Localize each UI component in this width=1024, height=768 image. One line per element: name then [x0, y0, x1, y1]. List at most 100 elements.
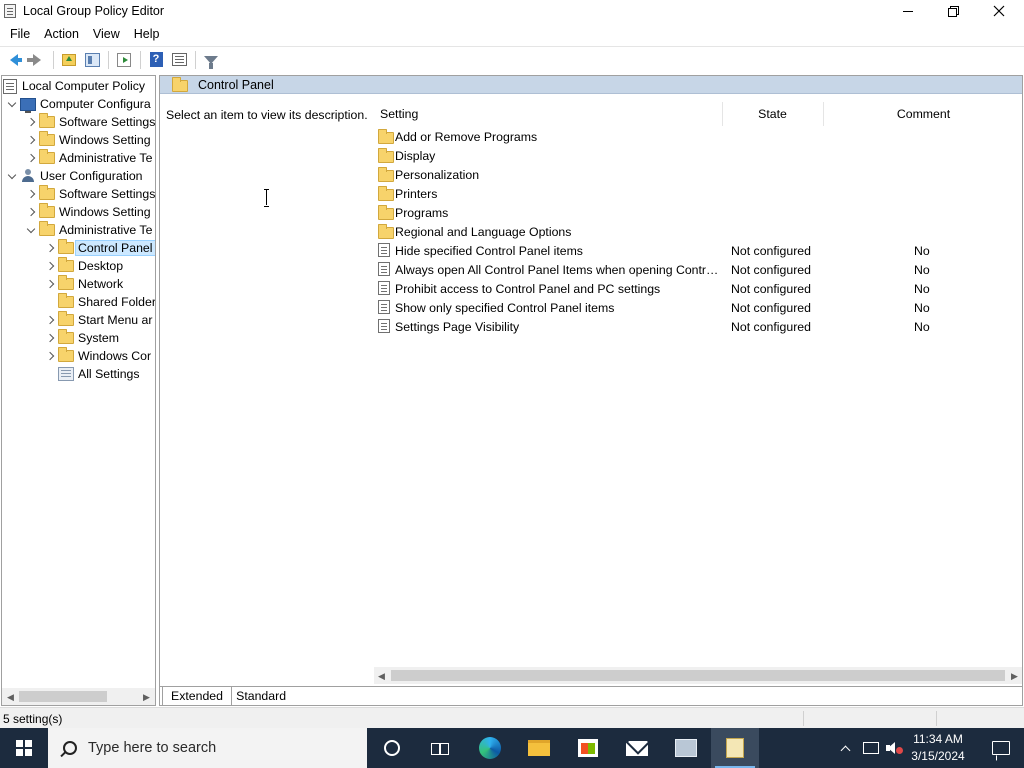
- up-folder-icon: [62, 53, 76, 66]
- tab-extended[interactable]: Extended: [162, 687, 232, 705]
- tree-item-system[interactable]: System: [42, 329, 119, 347]
- tree-item-uc-software-settings[interactable]: Software Settings: [23, 185, 155, 203]
- chevron-right-icon[interactable]: [42, 257, 58, 275]
- table-row[interactable]: Show only specified Control Panel items …: [374, 298, 1022, 317]
- chevron-right-icon[interactable]: [42, 311, 58, 329]
- show-hidden-icons-button[interactable]: [830, 728, 860, 768]
- action-center-button[interactable]: [978, 728, 1024, 768]
- group-policy-taskbar-button[interactable]: [711, 728, 759, 768]
- toolbar-separator: [140, 50, 141, 69]
- menu-file[interactable]: File: [3, 27, 37, 41]
- tree-horizontal-scrollbar[interactable]: ◀ ▶: [2, 688, 155, 705]
- list-item[interactable]: Add or Remove Programs: [374, 127, 1022, 146]
- tree-item-label: Software Settings: [59, 187, 156, 201]
- scroll-right-icon[interactable]: ▶: [143, 692, 150, 703]
- list-item[interactable]: Programs: [374, 203, 1022, 222]
- show-hide-tree-button[interactable]: [81, 49, 103, 71]
- tree-item-network[interactable]: Network: [42, 275, 123, 293]
- table-row[interactable]: Prohibit access to Control Panel and PC …: [374, 279, 1022, 298]
- chevron-right-icon[interactable]: [23, 131, 39, 149]
- mmc-taskbar-button[interactable]: [662, 728, 710, 768]
- tree-item-shared-folders[interactable]: Shared Folder: [42, 293, 155, 311]
- tree-item-cc-administrative-templates[interactable]: Administrative Te: [23, 149, 152, 167]
- setting-comment: No: [914, 243, 930, 258]
- forward-button[interactable]: [26, 49, 48, 71]
- details-horizontal-scrollbar[interactable]: ◀ ▶: [374, 667, 1022, 684]
- edge-taskbar-button[interactable]: [466, 728, 514, 768]
- folder-icon: [58, 275, 74, 290]
- file-explorer-taskbar-button[interactable]: [515, 728, 563, 768]
- tree-item-cc-windows-settings[interactable]: Windows Setting: [23, 131, 151, 149]
- scroll-right-icon[interactable]: ▶: [1011, 671, 1018, 682]
- restore-button[interactable]: [930, 0, 976, 22]
- tab-standard[interactable]: Standard: [225, 687, 297, 705]
- chevron-down-icon[interactable]: [4, 95, 20, 113]
- close-button[interactable]: [976, 0, 1022, 22]
- start-button[interactable]: [0, 728, 48, 768]
- folder-icon: [58, 257, 74, 272]
- chevron-right-icon[interactable]: [42, 329, 58, 347]
- chevron-right-icon[interactable]: [23, 203, 39, 221]
- tree-item-uc-administrative-templates[interactable]: Administrative Te: [23, 221, 152, 239]
- folder-icon: [378, 224, 394, 239]
- table-row[interactable]: Settings Page Visibility Not configured …: [374, 317, 1022, 336]
- store-taskbar-button[interactable]: [564, 728, 612, 768]
- mail-taskbar-button[interactable]: [613, 728, 661, 768]
- list-item[interactable]: Display: [374, 146, 1022, 165]
- cortana-icon: [384, 740, 400, 756]
- table-row[interactable]: Hide specified Control Panel items Not c…: [374, 241, 1022, 260]
- filter-button[interactable]: [200, 49, 222, 71]
- scroll-left-icon[interactable]: ◀: [7, 692, 14, 703]
- network-tray-button[interactable]: [858, 728, 884, 768]
- tree-item-all-settings[interactable]: All Settings: [42, 365, 140, 383]
- back-button[interactable]: [3, 49, 25, 71]
- chevron-right-icon[interactable]: [23, 149, 39, 167]
- title-bar: Local Group Policy Editor: [0, 0, 1024, 22]
- tree-item-cc-software-settings[interactable]: Software Settings: [23, 113, 155, 131]
- tree-item-desktop[interactable]: Desktop: [42, 257, 123, 275]
- properties-button[interactable]: [168, 49, 190, 71]
- tree-item-uc-windows-settings[interactable]: Windows Setting: [23, 203, 151, 221]
- tree-item-start-menu[interactable]: Start Menu ar: [42, 311, 153, 329]
- chevron-right-icon[interactable]: [42, 347, 58, 365]
- list-item[interactable]: Regional and Language Options: [374, 222, 1022, 241]
- menu-view[interactable]: View: [86, 27, 127, 41]
- all-settings-icon: [58, 367, 74, 381]
- tree-item-control-panel[interactable]: Control Panel: [42, 239, 155, 257]
- scrollbar-thumb[interactable]: [19, 691, 107, 702]
- minimize-button[interactable]: [885, 0, 931, 22]
- help-button[interactable]: ?: [145, 49, 167, 71]
- toolbar-separator: [53, 50, 54, 69]
- setting-state: Not configured: [731, 262, 811, 277]
- view-tabs: Extended Standard: [160, 686, 1022, 705]
- tree-item-user-configuration[interactable]: User Configuration: [4, 167, 143, 185]
- column-header-comment[interactable]: Comment: [823, 102, 1022, 126]
- chevron-down-icon[interactable]: [23, 221, 39, 239]
- chevron-right-icon[interactable]: [42, 275, 58, 293]
- cortana-button[interactable]: [368, 728, 416, 768]
- tree-item-local-computer-policy[interactable]: Local Computer Policy: [3, 77, 145, 95]
- tree-item-windows-components[interactable]: Windows Cor: [42, 347, 151, 365]
- chevron-right-icon[interactable]: [23, 113, 39, 131]
- list-item[interactable]: Printers: [374, 184, 1022, 203]
- taskbar-clock[interactable]: 11:34 AM 3/15/2024: [900, 731, 976, 765]
- scrollbar-thumb[interactable]: [391, 670, 1005, 681]
- export-list-button[interactable]: [113, 49, 135, 71]
- task-view-button[interactable]: [416, 728, 464, 768]
- column-header-setting[interactable]: Setting: [380, 102, 720, 126]
- tree-item-computer-configuration[interactable]: Computer Configura: [4, 95, 151, 113]
- filter-icon: [204, 55, 218, 69]
- table-row[interactable]: Always open All Control Panel Items when…: [374, 260, 1022, 279]
- taskbar-search-box[interactable]: Type here to search: [48, 728, 367, 768]
- menu-help[interactable]: Help: [127, 27, 167, 41]
- setting-state: Not configured: [731, 300, 811, 315]
- scroll-left-icon[interactable]: ◀: [378, 671, 385, 682]
- chevron-right-icon[interactable]: [23, 185, 39, 203]
- list-item[interactable]: Personalization: [374, 165, 1022, 184]
- chevron-down-icon[interactable]: [4, 167, 20, 185]
- column-header-state[interactable]: State: [722, 102, 822, 126]
- chevron-right-icon[interactable]: [42, 239, 58, 257]
- menu-action[interactable]: Action: [37, 27, 86, 41]
- up-one-level-button[interactable]: [58, 49, 80, 71]
